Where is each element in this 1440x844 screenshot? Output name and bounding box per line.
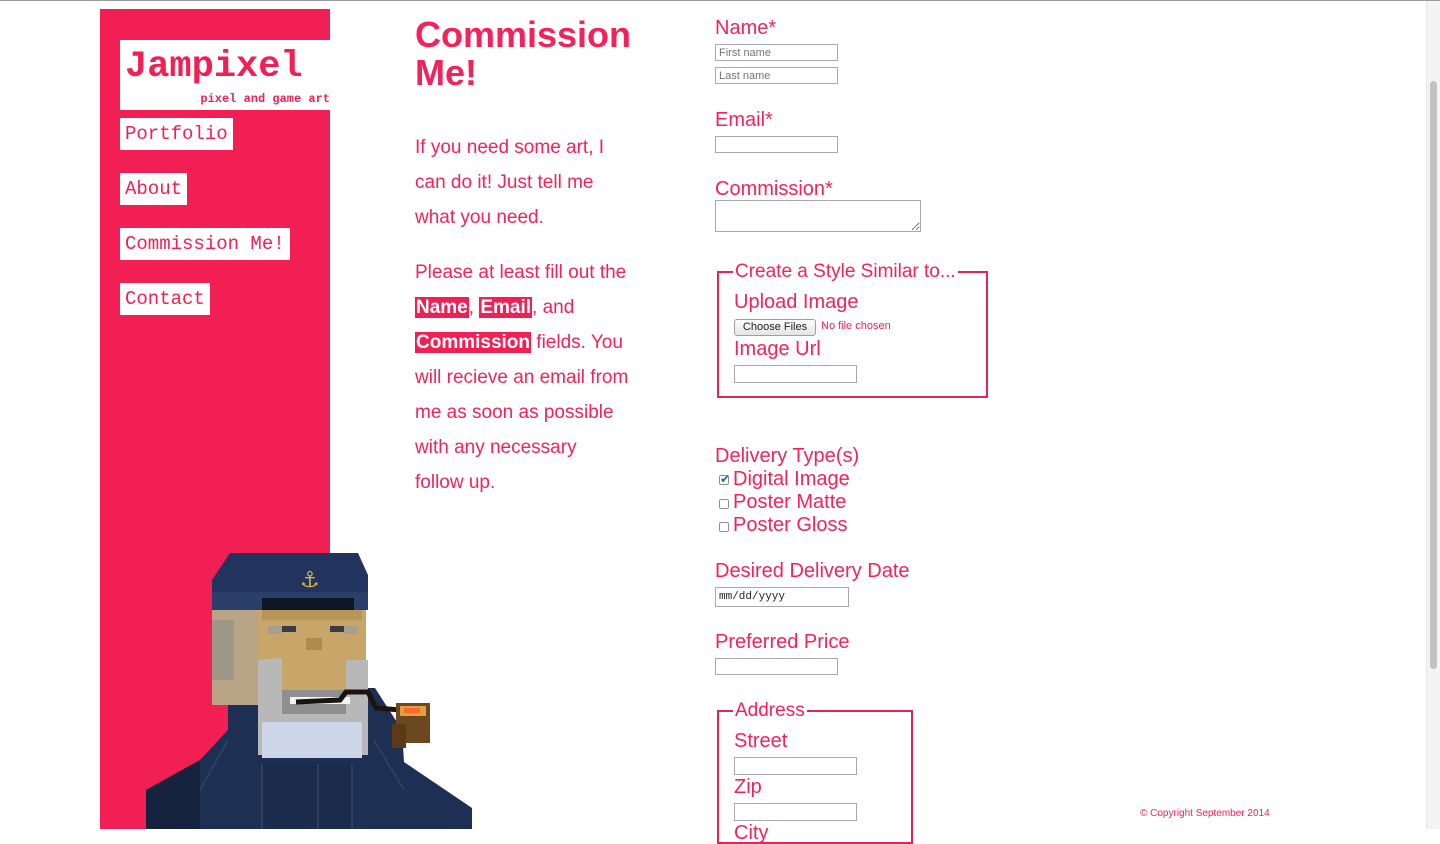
delivery-date-input[interactable]: mm/dd/yyyy — [715, 587, 849, 607]
svg-text:⚓: ⚓ — [300, 568, 320, 593]
scrollbar-thumb[interactable] — [1430, 81, 1437, 669]
email-label: Email* — [715, 109, 773, 131]
intro-text-pre: Please at least fill out the — [415, 262, 627, 283]
street-input[interactable] — [734, 757, 857, 775]
intro-sep-2: , and — [532, 297, 575, 318]
copyright: © Copyright September 2014 — [1140, 808, 1270, 819]
delivery-date-label: Desired Delivery Date — [715, 560, 910, 582]
preferred-price-label: Preferred Price — [715, 631, 850, 653]
intro-text-post: fields. You will recieve an email from m… — [415, 332, 629, 493]
zip-label: Zip — [734, 776, 762, 798]
upload-image-label: Upload Image — [734, 291, 859, 313]
image-url-input[interactable] — [734, 365, 857, 383]
email-input[interactable] — [715, 136, 838, 153]
style-legend: Create a Style Similar to... — [733, 261, 958, 283]
checkbox-poster-gloss[interactable] — [719, 522, 729, 532]
page-title: Commission Me! — [415, 14, 632, 93]
preferred-price-input[interactable] — [715, 658, 838, 675]
highlight-commission: Commission — [415, 332, 532, 353]
image-url-label: Image Url — [734, 338, 821, 360]
file-status: No file chosen — [821, 320, 891, 332]
intro-paragraph-2: Please at least fill out the Name, Email… — [415, 255, 630, 500]
sailor-illustration: ⚓ — [146, 553, 472, 829]
poster-matte-label: Poster Matte — [733, 491, 847, 513]
street-label: Street — [734, 730, 788, 752]
poster-gloss-label: Poster Gloss — [733, 514, 848, 536]
zip-input[interactable] — [734, 803, 857, 821]
digital-image-label: Digital Image — [733, 468, 850, 490]
first-name-input[interactable] — [715, 44, 838, 61]
last-name-input[interactable] — [715, 67, 838, 84]
checkbox-digital-image[interactable] — [719, 472, 730, 486]
highlight-email: Email — [479, 297, 533, 318]
scrollbar[interactable] — [1426, 1, 1440, 829]
checkbox-poster-matte[interactable] — [719, 499, 729, 509]
commission-textarea[interactable] — [715, 200, 921, 232]
intro-text: If you need some art, I can do it! Just … — [415, 130, 630, 520]
intro-paragraph-1: If you need some art, I can do it! Just … — [415, 137, 605, 228]
delivery-type-label: Delivery Type(s) — [715, 445, 860, 467]
choose-files-button[interactable]: Choose Files — [734, 319, 816, 336]
commission-label: Commission* — [715, 178, 833, 200]
intro-sep-1: , — [468, 297, 480, 318]
city-label: City — [734, 822, 769, 844]
address-legend: Address — [733, 700, 807, 722]
name-label: Name* — [715, 17, 777, 39]
highlight-name: Name — [415, 297, 469, 318]
